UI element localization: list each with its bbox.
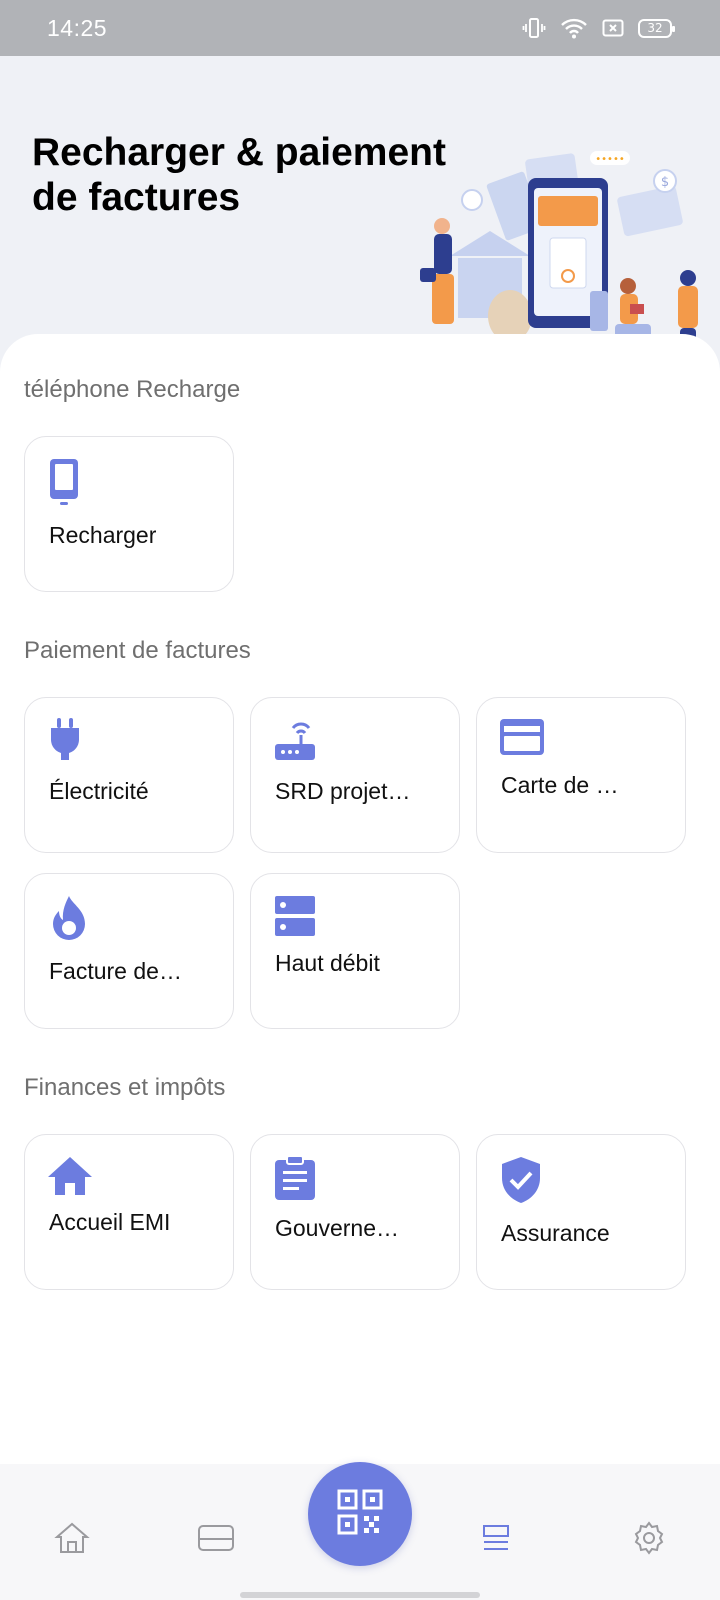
clipboard-icon [273,1155,317,1201]
vibrate-icon [522,16,546,40]
tile-label: Gouverne… [275,1215,400,1241]
status-bar: 14:25 32 [0,0,720,56]
tile-label: Carte de … [501,772,619,798]
svg-text:•••••: ••••• [595,154,625,165]
wifi-icon [560,17,588,39]
section-title-finance: Finances et impôts [24,1074,226,1101]
tile-label: Électricité [49,778,149,804]
tile-label: SRD projet… [275,778,411,804]
list-icon [480,1522,512,1559]
settings-icon [631,1520,667,1561]
credit-card-icon [499,718,544,764]
tile-label: Accueil EMI [49,1209,171,1235]
tile-accueil-emi[interactable]: Accueil EMI [24,1134,234,1290]
shield-check-icon [499,1155,543,1203]
services-panel: téléphone Recharge Recharger Paiement de… [0,334,720,1464]
nav-home[interactable] [50,1518,94,1562]
page-title: Recharger & paiement de factures [32,131,446,219]
sim-icon [602,19,624,37]
tile-label: Haut débit [275,950,380,976]
server-icon [273,894,317,940]
tile-facture[interactable]: Facture de… [24,873,234,1029]
router-icon [273,718,317,764]
status-icons: 32 [522,16,675,40]
home-indicator [240,1592,480,1598]
phone-icon [47,457,91,505]
tile-label: Facture de… [49,958,182,984]
tile-label: Recharger [49,522,157,548]
tile-srd-projet[interactable]: SRD projet… [250,697,460,853]
scan-qr-icon [336,1488,384,1541]
hero-header: Recharger & paiement de factures $ •••••… [0,56,720,384]
tile-label: Assurance [501,1220,610,1246]
scan-qr-button[interactable] [308,1462,412,1566]
flame-icon [47,894,91,940]
battery-icon: 32 [638,18,675,38]
nav-list[interactable] [474,1518,518,1562]
plug-icon [47,718,91,764]
nav-settings[interactable] [627,1518,671,1562]
svg-text:$: $ [661,175,669,190]
tile-assurance[interactable]: Assurance [476,1134,686,1290]
tile-gouvernement[interactable]: Gouverne… [250,1134,460,1290]
card-icon [197,1523,235,1558]
tile-recharger[interactable]: Recharger [24,436,234,592]
nav-card[interactable] [194,1518,238,1562]
section-title-recharge: téléphone Recharge [24,376,241,403]
home-icon [47,1155,92,1201]
section-title-bills: Paiement de factures [24,637,251,664]
status-time: 14:25 [47,14,108,41]
tile-haut-debit[interactable]: Haut débit [250,873,460,1029]
tile-carte[interactable]: Carte de … [476,697,686,853]
home-outline-icon [54,1520,90,1561]
tile-electricite[interactable]: Électricité [24,697,234,853]
